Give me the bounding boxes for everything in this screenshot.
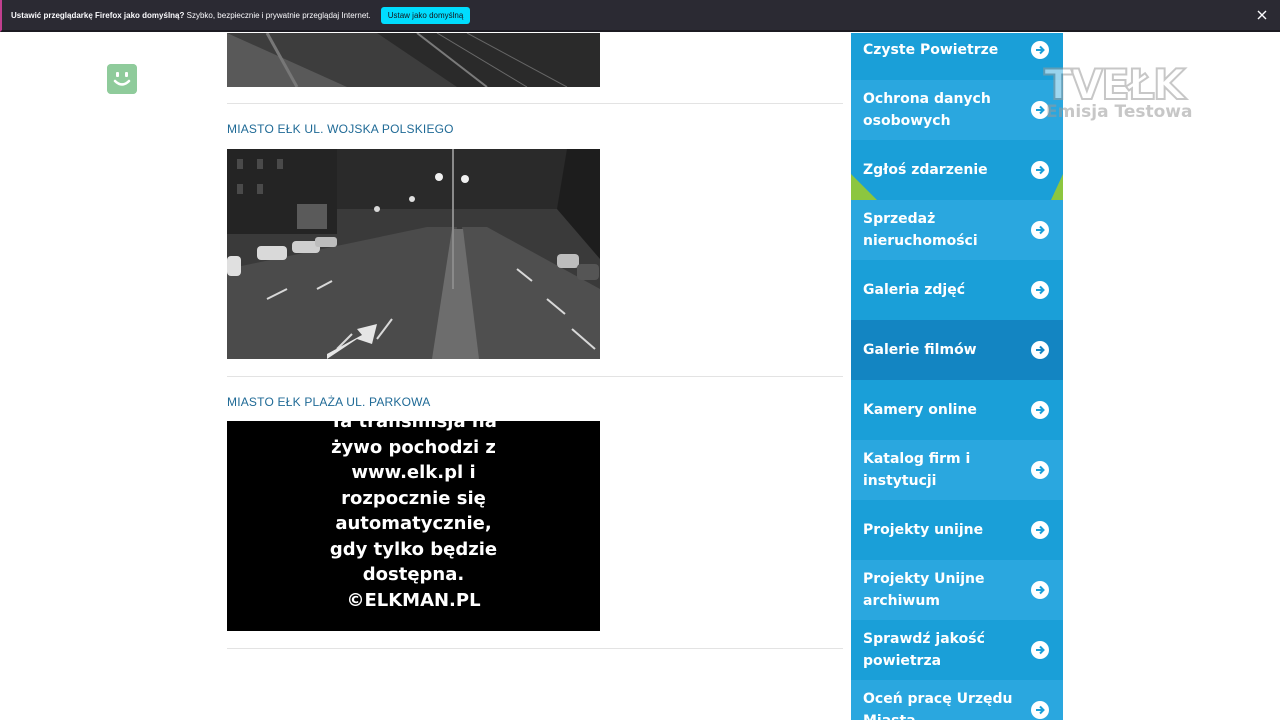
sidebar-item-ochrona-danych[interactable]: Ochrona danych osobowych bbox=[851, 80, 1063, 140]
sidebar-item-label: Kamery online bbox=[863, 402, 977, 418]
sidebar-item-label: Galerie filmów bbox=[863, 342, 977, 358]
watermark-caption: Emisja Testowa bbox=[1046, 102, 1193, 122]
sidebar-item-label: Oceń pracę Urzędu Miasta bbox=[863, 691, 1013, 720]
camera-title[interactable]: MIASTO EŁK PLAŻA UL. PARKOWA bbox=[227, 395, 430, 409]
sidebar-item-ocen-prace[interactable]: Oceń pracę Urzędu Miasta bbox=[851, 680, 1063, 720]
arrow-right-circle-icon bbox=[1031, 701, 1049, 719]
separator bbox=[227, 376, 843, 377]
set-default-button[interactable]: Ustaw jako domyślną bbox=[380, 6, 471, 24]
sidebar-item-label: Galeria zdjęć bbox=[863, 282, 966, 298]
arrow-right-circle-icon bbox=[1031, 461, 1049, 479]
separator bbox=[227, 103, 843, 104]
arrow-right-circle-icon bbox=[1031, 401, 1049, 419]
separator bbox=[227, 648, 843, 649]
feedback-smiley-icon[interactable] bbox=[107, 64, 137, 94]
sidebar-item-label: Projekty unijne bbox=[863, 522, 984, 538]
camera-title[interactable]: MIASTO EŁK UL. WOJSKA POLSKIEGO bbox=[227, 122, 454, 136]
arrow-right-circle-icon bbox=[1031, 581, 1049, 599]
green-accent-shape bbox=[851, 174, 1063, 200]
arrow-right-circle-icon bbox=[1031, 521, 1049, 539]
notification-message: Ustawić przeglądarkę Firefox jako domyśl… bbox=[11, 10, 371, 20]
sidebar-item-label: Projekty Unijne archiwum bbox=[863, 571, 985, 609]
camera-image-wojska-polskiego[interactable] bbox=[227, 149, 600, 359]
sidebar-item-label: Ochrona danych osobowych bbox=[863, 91, 991, 129]
sidebar-item-katalog-firm[interactable]: Katalog firm i instytucji bbox=[851, 440, 1063, 500]
arrow-right-circle-icon bbox=[1031, 641, 1049, 659]
sidebar-item-czyste-powietrze[interactable]: Czyste Powietrze bbox=[851, 33, 1063, 80]
arrow-right-circle-icon bbox=[1031, 341, 1049, 359]
sidebar-item-label: Sprzedaż nieruchomości bbox=[863, 211, 978, 249]
close-icon[interactable] bbox=[1256, 9, 1268, 21]
sidebar-item-galerie-filmow[interactable]: Galerie filmów bbox=[851, 320, 1063, 380]
stream-unavailable-message: Ta transmisja na żywo pochodzi z www.elk… bbox=[329, 421, 498, 611]
arrow-right-circle-icon bbox=[1031, 281, 1049, 299]
sidebar-item-jakosc-powietrza[interactable]: Sprawdź jakość powietrza bbox=[851, 620, 1063, 680]
sidebar-item-label: Czyste Powietrze bbox=[863, 42, 999, 58]
arrow-right-circle-icon bbox=[1031, 41, 1049, 59]
arrow-right-circle-icon bbox=[1031, 221, 1049, 239]
sidebar-menu: Czyste Powietrze Ochrona danych osobowyc… bbox=[851, 33, 1063, 720]
camera-stream-plaza-parkowa[interactable]: Ta transmisja na żywo pochodzi z www.elk… bbox=[227, 421, 600, 631]
sidebar-item-zglos-zdarzenie[interactable]: Zgłoś zdarzenie bbox=[851, 140, 1063, 200]
default-browser-notification: Ustawić przeglądarkę Firefox jako domyśl… bbox=[0, 0, 1280, 32]
sidebar-item-kamery-online[interactable]: Kamery online bbox=[851, 380, 1063, 440]
tv-watermark-logo: TVEŁK Emisja Testowa bbox=[1043, 59, 1204, 126]
sidebar-item-projekty-unijne-archiwum[interactable]: Projekty Unijne archiwum bbox=[851, 560, 1063, 620]
sidebar-item-label: Sprawdź jakość powietrza bbox=[863, 631, 985, 669]
camera-image-top[interactable] bbox=[227, 32, 600, 88]
sidebar-item-label: Katalog firm i instytucji bbox=[863, 451, 971, 489]
sidebar-item-projekty-unijne[interactable]: Projekty unijne bbox=[851, 500, 1063, 560]
sidebar-item-galeria-zdjec[interactable]: Galeria zdjęć bbox=[851, 260, 1063, 320]
sidebar-item-sprzedaz-nieruchomosci[interactable]: Sprzedaż nieruchomości bbox=[851, 200, 1063, 260]
